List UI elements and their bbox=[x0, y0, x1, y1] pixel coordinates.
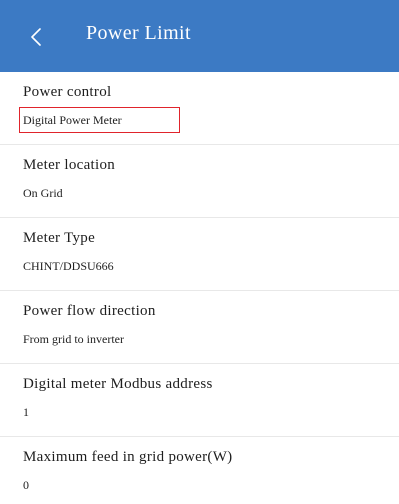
setting-modbus-address[interactable]: Digital meter Modbus address 1 bbox=[0, 364, 399, 437]
app-header: Power Limit bbox=[0, 0, 399, 72]
back-button[interactable] bbox=[18, 14, 58, 58]
setting-value: 0 bbox=[23, 478, 29, 492]
page-title: Power Limit bbox=[86, 22, 191, 44]
setting-value: On Grid bbox=[23, 186, 63, 200]
setting-label: Digital meter Modbus address bbox=[23, 376, 213, 392]
setting-label: Meter location bbox=[23, 157, 116, 173]
setting-power-flow-direction[interactable]: Power flow direction From grid to invert… bbox=[0, 291, 399, 364]
setting-value: CHINT/DDSU666 bbox=[23, 259, 114, 273]
setting-meter-type[interactable]: Meter Type CHINT/DDSU666 bbox=[0, 218, 399, 291]
setting-value: 1 bbox=[23, 405, 29, 419]
setting-label: Maximum feed in grid power(W) bbox=[23, 449, 233, 465]
setting-power-control[interactable]: Power control Digital Power Meter bbox=[0, 72, 399, 145]
chevron-left-icon bbox=[31, 28, 41, 46]
setting-max-feed-in-power[interactable]: Maximum feed in grid power(W) 0 bbox=[0, 437, 399, 504]
setting-label: Power control bbox=[23, 84, 112, 100]
setting-label: Meter Type bbox=[23, 230, 96, 246]
setting-meter-location[interactable]: Meter location On Grid bbox=[0, 145, 399, 218]
setting-value: From grid to inverter bbox=[23, 332, 124, 346]
highlight-box bbox=[19, 107, 180, 133]
setting-label: Power flow direction bbox=[23, 303, 156, 319]
power-limit-screen: Power Limit Power control Digital Power … bbox=[0, 0, 399, 504]
settings-list: Power control Digital Power Meter Meter … bbox=[0, 72, 399, 504]
